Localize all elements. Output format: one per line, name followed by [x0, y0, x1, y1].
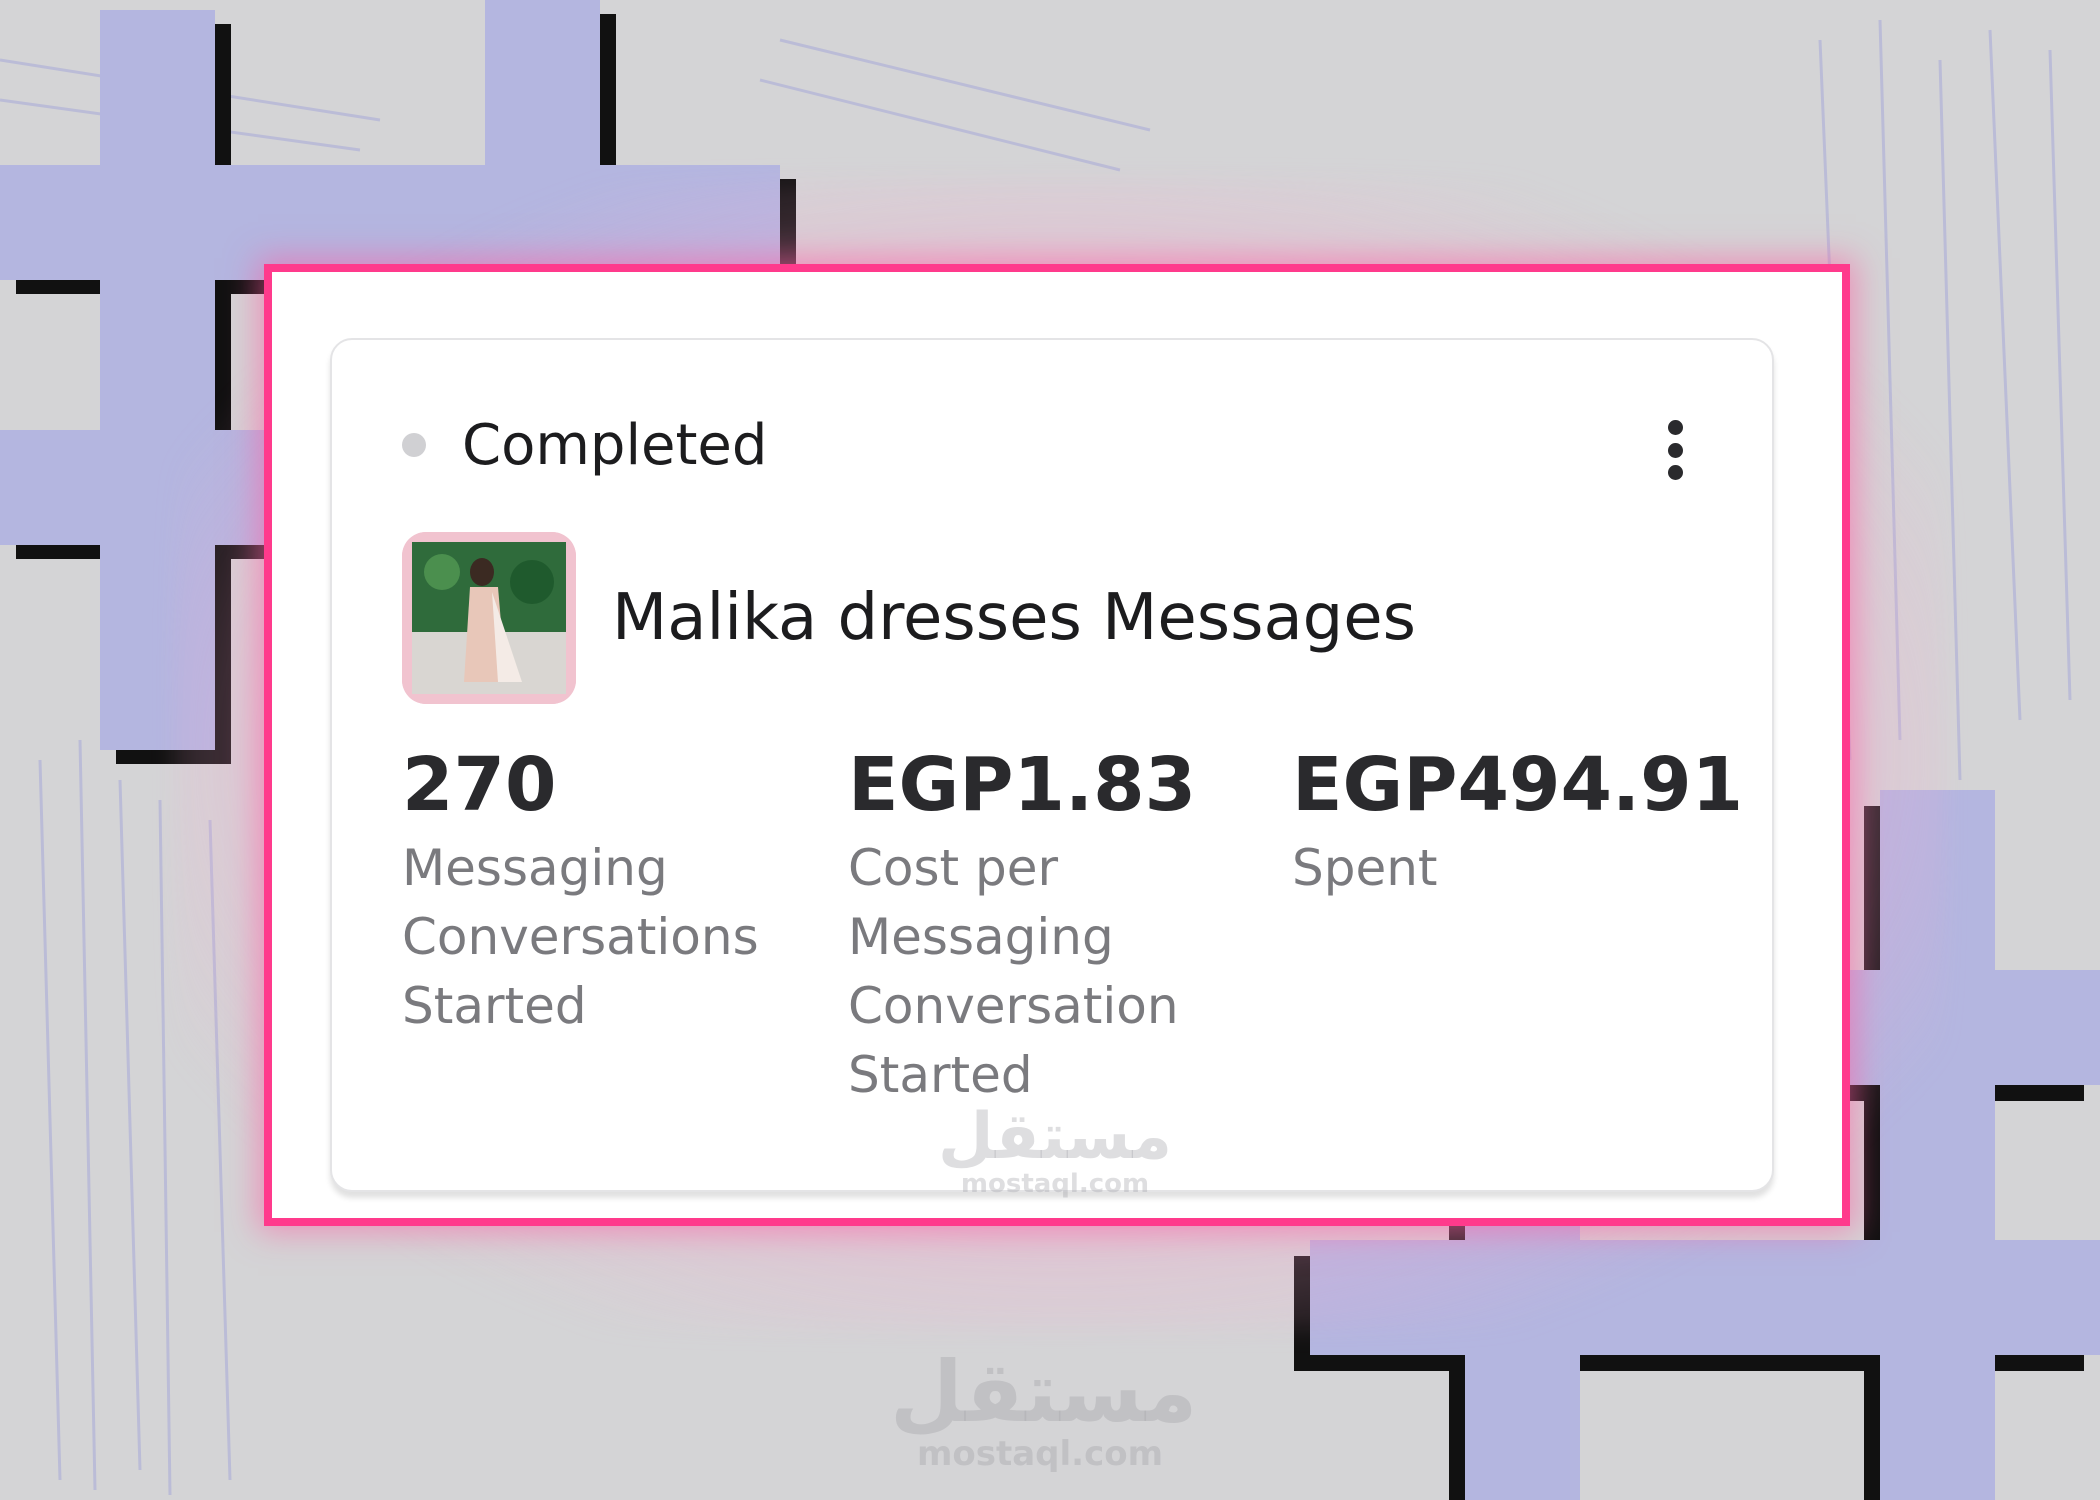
menu-dot [1667, 420, 1683, 435]
metric-spent: EGP494.91 Spent [1292, 742, 1744, 903]
status-row: Completed [402, 410, 767, 480]
watermark-arabic: مستقل [890, 1343, 1198, 1441]
metric-label: Spent [1292, 839, 1438, 898]
metric-value: 270 [402, 742, 557, 828]
more-options-icon[interactable] [1660, 420, 1690, 480]
menu-dot [1667, 442, 1683, 458]
watermark-latin: mostaql.com [916, 1434, 1164, 1474]
campaign-name[interactable]: Malika dresses Messages [612, 581, 1416, 655]
status-dot-icon [402, 433, 426, 457]
metric-label: Messaging Conversations Started [402, 839, 759, 1036]
campaign-thumbnail [402, 531, 576, 704]
watermark-logo: مستقل mostaql.com [930, 1105, 1180, 1199]
metric-conversations: 270 Messaging Conversations Started [402, 742, 782, 1041]
dress-photo-image [402, 531, 576, 704]
metric-value: EGP1.83 [848, 742, 1197, 828]
metric-value: EGP494.91 [1292, 742, 1744, 828]
watermark-logo-large: مستقل mostaql.com [890, 1343, 1198, 1474]
status-label: Completed [462, 412, 768, 478]
campaign-card[interactable]: Completed Malika dresses Messages 270 Me… [330, 338, 1774, 1192]
watermark-latin: mostaql.com [960, 1169, 1150, 1199]
menu-dot [1667, 465, 1683, 480]
metric-cost-per-conversation: EGP1.83 Cost per Messaging Conversation … [848, 742, 1228, 1110]
campaign-header[interactable]: Malika dresses Messages [402, 530, 1416, 705]
watermark-arabic: مستقل [937, 1100, 1173, 1174]
metric-label: Cost per Messaging Conversation Started [848, 839, 1179, 1105]
